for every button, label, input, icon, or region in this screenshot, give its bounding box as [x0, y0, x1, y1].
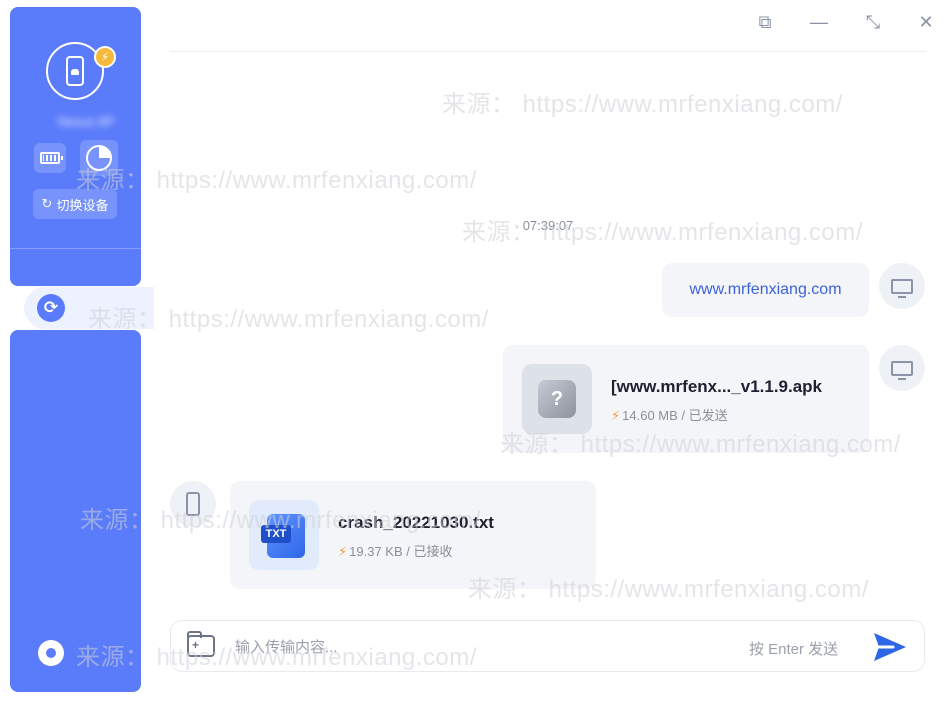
restore-icon[interactable]: ⤡ — [861, 10, 885, 34]
storage-pie-icon[interactable] — [80, 140, 118, 176]
message-input-bar: 按 Enter 发送 — [170, 620, 925, 672]
close-icon[interactable]: ✕ — [914, 10, 938, 34]
file-size: 19.37 KB — [349, 544, 403, 559]
connection-bolt-icon: ⚡ — [94, 46, 116, 68]
computer-avatar — [879, 345, 925, 391]
bolt-icon: ⚡ — [611, 408, 621, 423]
file-meta: ⚡ 19.37 KB / 已接收 — [338, 544, 453, 559]
message-timestamp: 07:39:07 — [522, 218, 574, 233]
watermark: 来源： https://www.mrfenxiang.com/ — [442, 91, 843, 118]
monitor-icon — [891, 278, 913, 298]
settings-gear-icon[interactable] — [38, 640, 64, 666]
link-message-bubble[interactable]: www.mrfenxiang.com — [662, 263, 869, 317]
pin-window-icon[interactable]: ⧉ — [753, 10, 777, 34]
sidebar-divider — [10, 248, 141, 249]
mobile-icon — [186, 492, 200, 516]
monitor-icon — [891, 360, 913, 380]
send-icon[interactable] — [871, 630, 909, 664]
transfer-sync-icon[interactable]: ⟳ — [37, 294, 65, 322]
bolt-icon: ⚡ — [338, 544, 348, 559]
phone-avatar — [170, 481, 216, 527]
minimize-icon[interactable]: — — [807, 10, 831, 34]
sidebar-bottom-panel — [10, 330, 141, 692]
battery-icon[interactable] — [34, 143, 66, 173]
file-message-bubble[interactable]: TXT crash_20221030.txt ⚡ 19.37 KB / 已接收 — [230, 481, 596, 589]
add-folder-icon[interactable] — [187, 631, 215, 657]
device-name: Nexus 6P — [57, 114, 115, 129]
header-divider — [170, 51, 926, 52]
file-status: 已发送 — [688, 408, 728, 423]
txt-file-icon: TXT — [249, 500, 319, 570]
file-name: [www.mrfenx..._v1.1.9.apk — [611, 377, 823, 396]
file-name: crash_20221030.txt — [338, 513, 494, 532]
file-size: 14.60 MB — [622, 408, 678, 423]
apk-file-icon: ? — [522, 364, 592, 434]
file-message-bubble[interactable]: ? [www.mrfenx..._v1.1.9.apk ⚡ 14.60 MB / … — [503, 345, 869, 453]
link-text[interactable]: www.mrfenxiang.com — [662, 263, 869, 317]
android-phone-icon — [66, 56, 84, 86]
switch-device-label: 切换设备 — [56, 197, 109, 213]
file-meta: ⚡ 14.60 MB / 已发送 — [611, 408, 728, 423]
send-hint: 按 Enter 发送 — [749, 641, 839, 658]
computer-avatar — [879, 263, 925, 309]
message-input[interactable] — [233, 631, 717, 663]
switch-device-button[interactable]: ↻ 切换设备 — [33, 189, 117, 219]
file-status: 已接收 — [413, 544, 453, 559]
refresh-icon: ↻ — [41, 196, 53, 211]
